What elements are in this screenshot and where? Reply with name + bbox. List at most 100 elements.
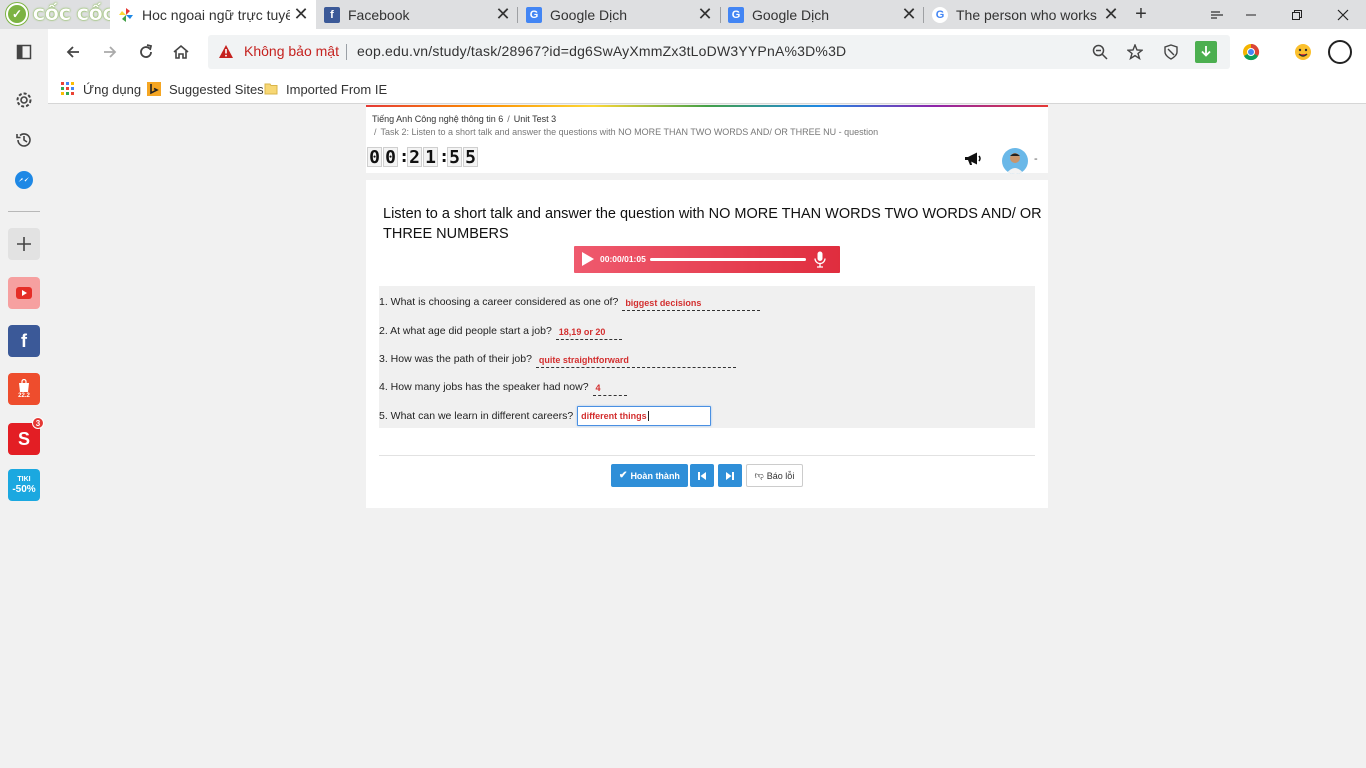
brand-text: CỐC CỐC xyxy=(33,4,115,24)
bookmark-apps[interactable]: Ứng dụng xyxy=(61,80,141,98)
settings-icon[interactable] xyxy=(8,84,40,116)
tab-title: The person who works w xyxy=(956,6,1100,23)
thumbs-down-icon: 👎︎ xyxy=(754,470,764,480)
timer-digit: 0 xyxy=(367,147,382,168)
security-status[interactable]: Không bảo mật xyxy=(244,43,339,59)
forward-button[interactable] xyxy=(96,38,124,66)
task-header: Tiếng Anh Công nghệ thông tin 6/Unit Tes… xyxy=(366,105,1048,174)
tab-title: Google Dịch xyxy=(550,6,628,23)
warning-icon[interactable] xyxy=(218,44,234,64)
tab-google-dich-1[interactable]: G Google Dịch ✕ xyxy=(518,0,720,29)
question-row-5: 5. What can we learn in different career… xyxy=(379,405,712,427)
breadcrumb: Tiếng Anh Công nghệ thông tin 6/Unit Tes… xyxy=(372,114,557,124)
facebook-icon[interactable]: f xyxy=(8,325,40,357)
close-tab-icon[interactable]: ✕ xyxy=(694,4,716,26)
url-text[interactable]: eop.edu.vn/study/task/28967?id=dg6SwAyXm… xyxy=(357,43,846,59)
bookmark-suggested-sites[interactable]: Suggested Sites xyxy=(147,80,264,98)
finish-button[interactable]: ✔ Hoàn thành xyxy=(611,464,688,487)
close-window-button[interactable] xyxy=(1320,0,1366,29)
notification-badge: 3 xyxy=(32,417,44,429)
google-translate-icon: G xyxy=(526,6,542,23)
home-button[interactable] xyxy=(167,38,195,66)
answer-input-2[interactable]: 18,19 or 20 xyxy=(555,322,622,340)
close-tab-icon[interactable]: ✕ xyxy=(290,4,312,26)
star-icon[interactable] xyxy=(1123,40,1147,64)
google-translate-icon: G xyxy=(728,6,744,23)
folder-icon xyxy=(264,83,278,95)
shield-icon[interactable] xyxy=(1159,40,1183,64)
history-icon[interactable] xyxy=(8,124,40,156)
bookmark-imported-from-ie[interactable]: Imported From IE xyxy=(264,80,387,98)
tab-google-dich-2[interactable]: G Google Dịch ✕ xyxy=(720,0,924,29)
back-button[interactable] xyxy=(59,38,87,66)
close-tab-icon[interactable]: ✕ xyxy=(898,4,920,26)
close-tab-icon[interactable]: ✕ xyxy=(1100,4,1122,26)
youtube-icon[interactable] xyxy=(8,277,40,309)
answer-input-4[interactable]: 4 xyxy=(592,378,627,396)
question-row-4: 4. How many jobs has the speaker had now… xyxy=(379,376,627,398)
tiki-icon[interactable]: TIKI -50% xyxy=(8,469,40,501)
minimize-button[interactable] xyxy=(1228,0,1274,29)
tab-title: Facebook xyxy=(348,6,410,23)
bookmark-label: Ứng dụng xyxy=(83,81,142,97)
zoom-out-icon[interactable] xyxy=(1088,40,1112,64)
emoji-extension-icon[interactable] xyxy=(1289,38,1317,66)
download-icon[interactable] xyxy=(1195,41,1217,63)
breadcrumb-course[interactable]: Tiếng Anh Công nghệ thông tin 6 xyxy=(372,114,503,124)
answer-input-1[interactable]: biggest decisions xyxy=(622,293,761,311)
restore-button[interactable] xyxy=(1274,0,1320,29)
sidebar-toggle-icon[interactable] xyxy=(8,36,40,68)
bookmark-label: Imported From IE xyxy=(286,81,388,97)
bookmark-label: Suggested Sites xyxy=(169,81,264,97)
new-tab-button[interactable]: + xyxy=(1130,3,1152,25)
profile-icon[interactable] xyxy=(1326,38,1354,66)
add-shortcut-icon[interactable] xyxy=(8,228,40,260)
timer-digit: 5 xyxy=(463,147,478,168)
question-row-1: 1. What is choosing a career considered … xyxy=(379,291,761,313)
questions-panel: 1. What is choosing a career considered … xyxy=(379,286,1035,428)
answer-input-3[interactable]: quite straightforward xyxy=(535,350,736,368)
skip-forward-icon xyxy=(726,471,734,480)
breadcrumb-unit[interactable]: Unit Test 3 xyxy=(514,114,556,124)
tab-facebook[interactable]: f Facebook ✕ xyxy=(316,0,518,29)
messenger-icon[interactable] xyxy=(8,164,40,196)
user-menu-toggle[interactable]: - xyxy=(1034,153,1038,165)
play-icon[interactable] xyxy=(582,252,594,266)
question-card: Listen to a short talk and answer the qu… xyxy=(366,180,1048,508)
audio-time: 00:00/01:05 xyxy=(600,254,646,264)
report-button-label: Báo lỗi xyxy=(766,470,795,481)
reload-button[interactable] xyxy=(132,38,160,66)
close-tab-icon[interactable]: ✕ xyxy=(492,4,514,26)
check-icon: ✔ xyxy=(619,470,628,481)
timer-digit: 5 xyxy=(447,147,462,168)
question-text: 2. At what age did people start a job? xyxy=(379,325,552,337)
facebook-icon: f xyxy=(324,6,340,23)
pinwheel-icon xyxy=(118,7,134,23)
sidebar-divider xyxy=(8,211,40,212)
audio-player[interactable]: 00:00/01:05 xyxy=(574,246,840,273)
answer-input-5[interactable]: different things xyxy=(577,406,712,426)
browser-toolbar: Không bảo mật eop.edu.vn/study/task/2896… xyxy=(0,29,1366,75)
previous-button[interactable] xyxy=(690,464,714,487)
question-text: 5. What can we learn in different career… xyxy=(379,410,574,422)
question-text: 3. How was the path of their job? xyxy=(379,353,532,365)
audio-progress-track[interactable] xyxy=(650,258,806,261)
megaphone-icon[interactable] xyxy=(964,151,982,172)
apps-grid-icon xyxy=(61,82,74,95)
tiki-discount: -50% xyxy=(12,484,36,495)
tab-hoc-ngoai-ngu[interactable]: Hoc ngoai ngữ trực tuyến ✕ xyxy=(110,0,316,29)
sendo-icon[interactable]: S 3 xyxy=(8,417,44,455)
coccoc-leaf-icon: ✓ xyxy=(6,3,28,25)
shopee-icon[interactable]: 22.2 xyxy=(8,373,40,405)
next-button[interactable] xyxy=(718,464,742,487)
address-bar[interactable]: Không bảo mật eop.edu.vn/study/task/2896… xyxy=(208,35,1230,69)
rainbow-bar xyxy=(366,105,1048,107)
extension-chrome-icon[interactable] xyxy=(1237,38,1265,66)
timer-digit: 2 xyxy=(407,147,422,168)
task-title-text: Task 2: Listen to a short talk and answe… xyxy=(380,127,879,137)
user-avatar[interactable] xyxy=(1002,148,1028,174)
tab-google-search[interactable]: G The person who works w ✕ xyxy=(924,0,1126,29)
report-error-button[interactable]: 👎︎ Báo lỗi xyxy=(746,464,803,487)
microphone-icon[interactable] xyxy=(814,251,826,273)
coccoc-logo[interactable]: ✓ CỐC CỐC xyxy=(6,3,115,25)
